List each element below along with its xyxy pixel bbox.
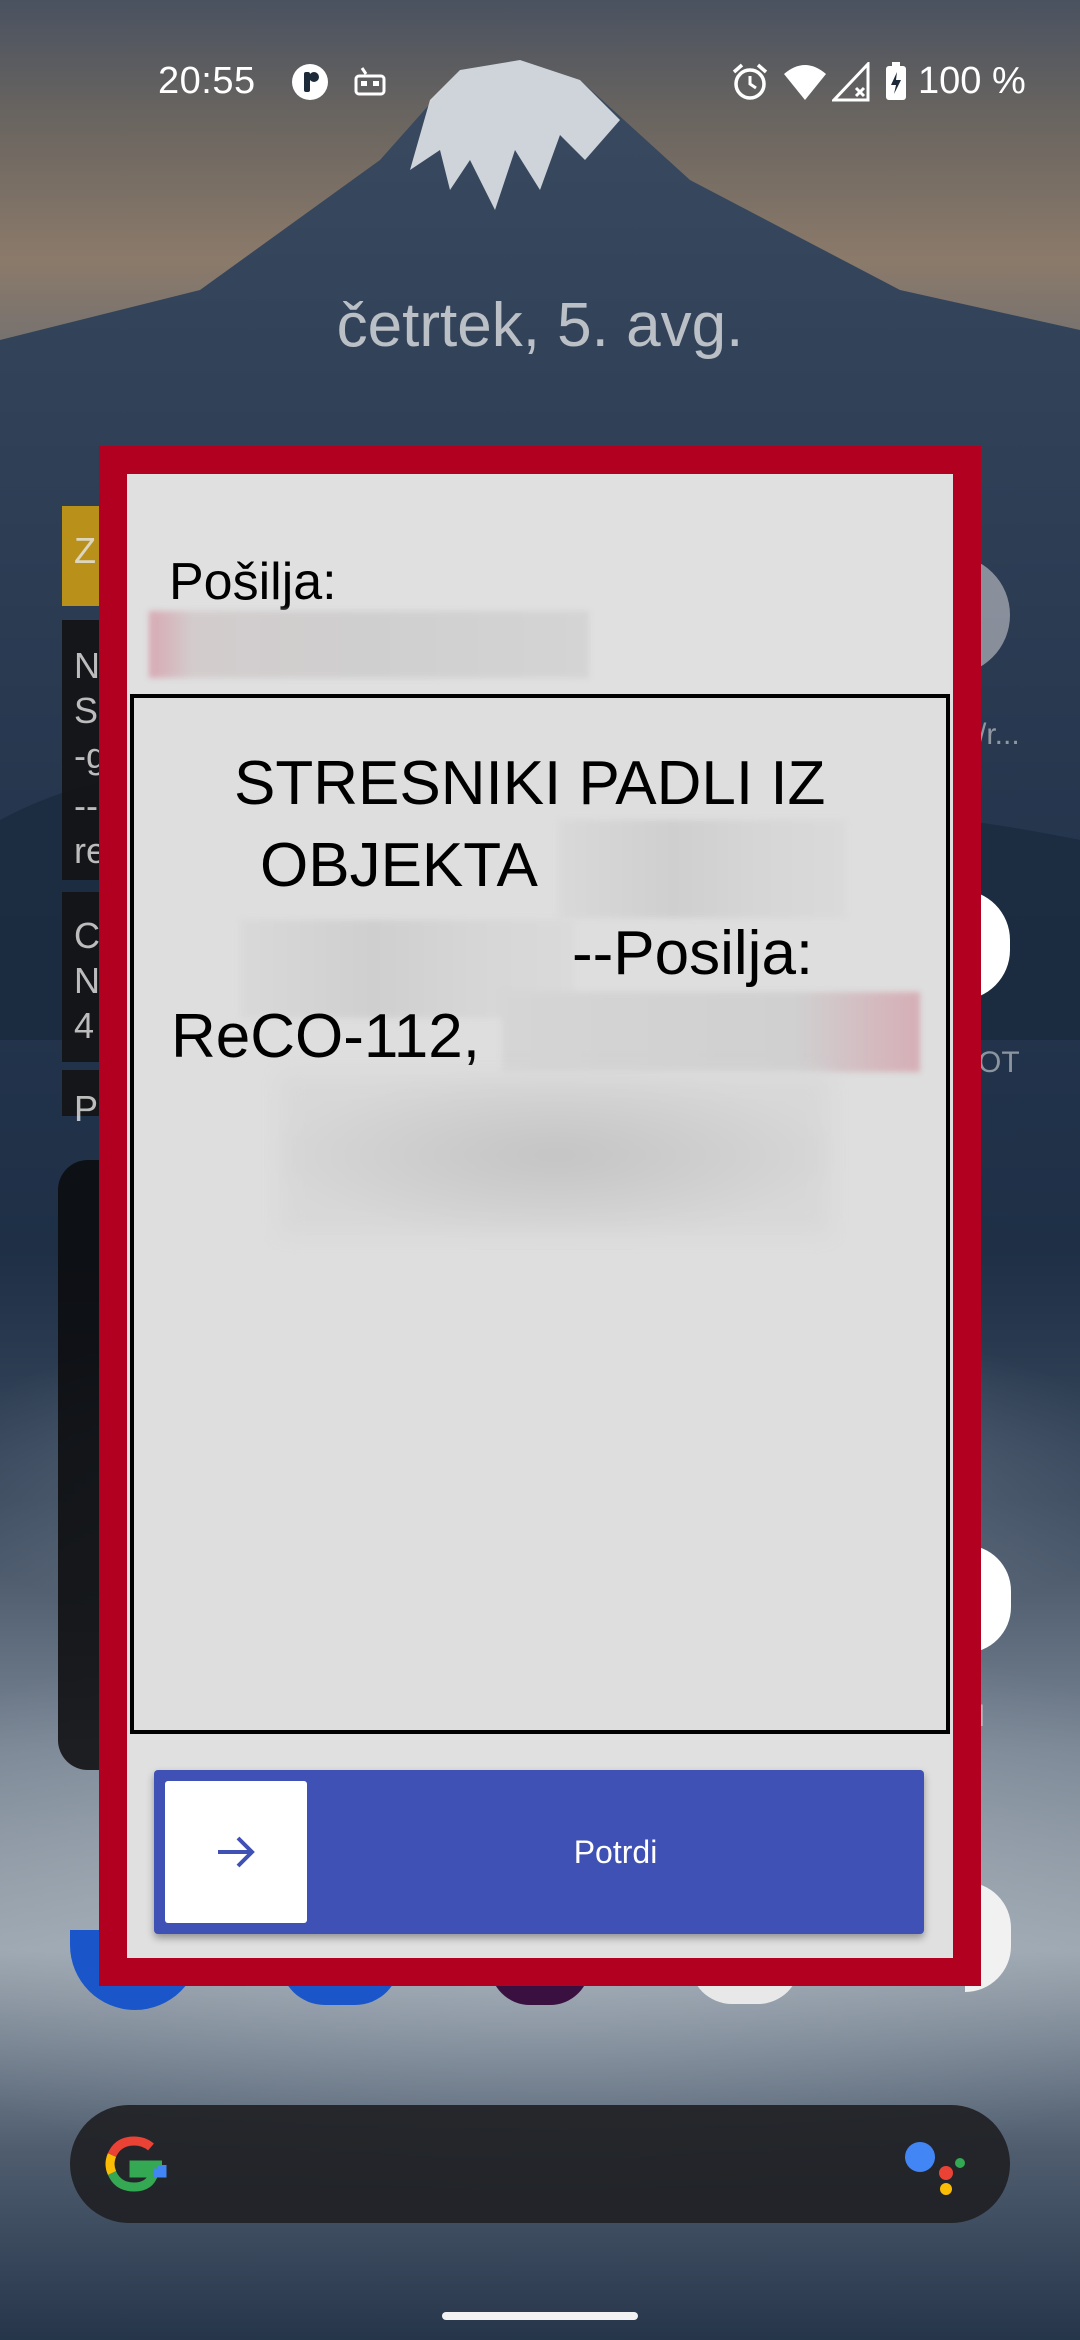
message-line: OBJEKTA xyxy=(260,831,538,900)
traffic-icon xyxy=(354,67,386,96)
redacted-text xyxy=(558,820,846,918)
background-fragment: 4 xyxy=(74,1005,95,1046)
background-fragment: P xyxy=(74,1088,99,1129)
emergency-alert-dialog: Pošilja: STRESNIKI PADLI IZ OBJEKTA --Po… xyxy=(99,446,981,1986)
lockscreen-date: četrtek, 5. avg. xyxy=(336,291,744,360)
background-fragment: /r... xyxy=(978,718,1020,751)
background-fragment: -- xyxy=(74,785,98,826)
redacted-text xyxy=(280,1076,830,1234)
google-search-bar[interactable] xyxy=(70,2105,1010,2223)
status-time: 20:55 xyxy=(158,60,256,102)
google-g-icon xyxy=(105,2136,167,2192)
redacted-text xyxy=(502,992,920,1072)
background-fragment: S xyxy=(74,690,99,731)
wifi-icon xyxy=(784,65,826,100)
background-fragment: OT xyxy=(978,1046,1020,1079)
background-fragment: C xyxy=(74,915,100,956)
sender-label: Pošilja: xyxy=(169,553,337,611)
arrow-right-icon xyxy=(218,1836,255,1868)
background-fragment: N xyxy=(74,960,100,1001)
background-fragment: N xyxy=(74,645,100,686)
alert-content: Pošilja: STRESNIKI PADLI IZ OBJEKTA --Po… xyxy=(127,474,953,1958)
confirm-button[interactable]: Potrdi xyxy=(154,1770,924,1934)
alert-message-box: STRESNIKI PADLI IZ OBJEKTA --Posilja: Re… xyxy=(130,694,950,1734)
battery-charging-icon xyxy=(886,62,906,100)
confirm-icon-box xyxy=(165,1781,307,1923)
message-line: ReCO-112, xyxy=(171,1002,480,1071)
gesture-nav-handle[interactable] xyxy=(442,2312,638,2320)
message-line: --Posilja: xyxy=(572,919,814,988)
background-fragment: Z xyxy=(74,530,96,571)
battery-percentage: 100 % xyxy=(918,60,1026,102)
redacted-sender xyxy=(149,611,589,678)
cellular-signal-icon xyxy=(832,62,870,102)
google-assistant-icon[interactable] xyxy=(902,2135,972,2195)
alarm-icon xyxy=(732,63,768,100)
status-bar: 20:55 100 % xyxy=(0,0,1080,170)
app-notification-icon xyxy=(292,64,328,100)
message-line: STRESNIKI PADLI IZ xyxy=(234,749,826,818)
confirm-button-label: Potrdi xyxy=(573,1834,658,1870)
